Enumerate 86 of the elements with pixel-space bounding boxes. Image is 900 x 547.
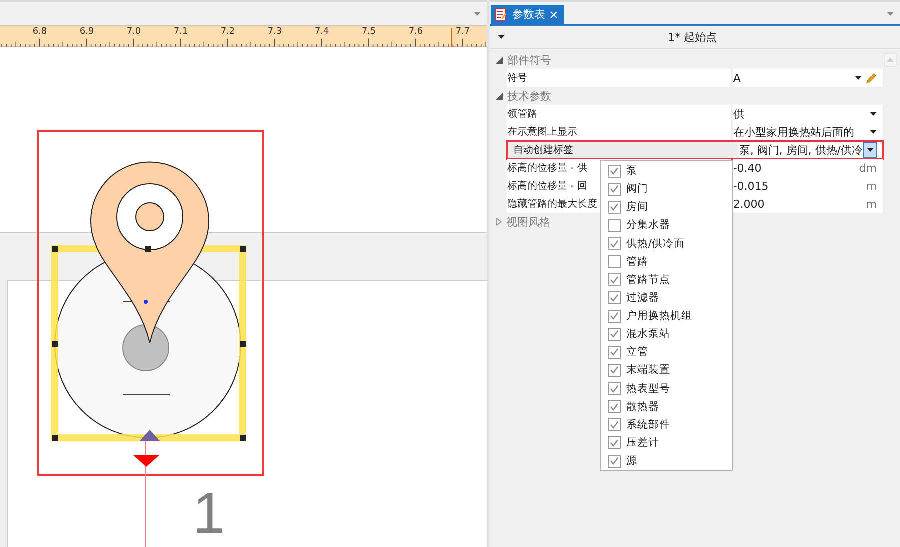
group-title: 部件符号 (507, 52, 552, 68)
checkbox[interactable] (608, 237, 622, 250)
option-label: 立管 (626, 345, 648, 360)
checkbox[interactable] (608, 454, 622, 468)
up-arrow-icon (887, 58, 894, 62)
option-label: 管路 (626, 254, 648, 269)
ruler-label: 7.1 (174, 27, 188, 37)
group-title: 视图风格 (506, 214, 550, 230)
checkbox[interactable] (608, 273, 622, 286)
property-label: 标高的位移量 - 供 (507, 162, 588, 175)
checkbox[interactable] (608, 255, 622, 268)
checkbox[interactable] (608, 291, 622, 304)
option-label: 系统部件 (626, 418, 670, 432)
value-text: -0.015 (733, 180, 769, 192)
ruler-label: 7.7 (456, 27, 470, 37)
parameter-tab[interactable]: 参数表 (491, 5, 564, 24)
option-label: 分集水器 (626, 218, 670, 232)
dropdown-arrow-icon[interactable] (474, 12, 482, 16)
ruler-label: 7.4 (314, 27, 330, 37)
property-label: 自动创建标签 (513, 144, 574, 157)
ruler-label: 7.2 (220, 27, 236, 37)
option-label: 房间 (626, 200, 648, 214)
dropdown-button[interactable] (855, 76, 862, 80)
ruler-label: 7.3 (268, 27, 282, 37)
value-text: 2.000 (733, 198, 765, 210)
table-icon (495, 8, 508, 21)
option-label: 阀门 (626, 182, 648, 196)
property-label: 在示意图上显示 (507, 126, 578, 139)
checkbox[interactable] (608, 182, 622, 196)
ruler-label: 7.0 (126, 27, 142, 37)
unit-text: dm (859, 162, 877, 174)
checkbox[interactable] (608, 310, 622, 323)
option-label: 散热器 (626, 400, 660, 414)
dropdown-button[interactable] (870, 130, 877, 134)
value-text: 泵, 阀门, 房间, 供热/供冷 (739, 142, 863, 158)
close-button[interactable] (550, 10, 558, 18)
option-label: 压差计 (626, 436, 660, 450)
symbol-drawing[interactable] (52, 162, 246, 467)
caret-icon (855, 76, 862, 80)
option-label: 源 (626, 454, 638, 468)
option-label: 户用换热机组 (626, 309, 692, 324)
checkbox[interactable] (608, 328, 622, 341)
checkbox[interactable] (608, 436, 622, 450)
object-title: 1* 起始点 (667, 30, 718, 44)
checkbox[interactable] (608, 382, 622, 396)
value-text: -0.40 (733, 162, 762, 174)
ruler-label: 7.5 (362, 27, 376, 37)
ruler-label: 6.8 (32, 27, 48, 37)
ruler-label: 6.9 (80, 27, 94, 37)
sheet-number: 1 (193, 480, 226, 547)
value-text: A (733, 72, 741, 84)
option-label: 混水泵站 (626, 327, 670, 342)
option-label: 泵 (626, 164, 638, 178)
value-text: 在小型家用换热站后面的 (733, 124, 854, 140)
unit-text: m (866, 180, 877, 192)
checkbox[interactable] (608, 346, 622, 359)
property-label: 符号 (507, 72, 528, 85)
caret-icon[interactable] (498, 35, 506, 39)
option-label: 热表型号 (626, 382, 670, 396)
checkbox[interactable] (608, 164, 622, 178)
caret-icon (870, 130, 877, 134)
expanded-triangle-icon[interactable] (496, 92, 504, 100)
ruler-label: 7.6 (408, 27, 424, 37)
checkbox[interactable] (608, 400, 622, 414)
pencil-icon[interactable] (866, 72, 877, 84)
dropdown-button[interactable] (870, 112, 877, 116)
checkbox[interactable] (608, 418, 622, 432)
caret-icon (866, 148, 874, 152)
property-label: 标高的位移量 - 回 (507, 180, 588, 193)
dropdown-button[interactable] (863, 142, 877, 158)
unit-text: m (866, 198, 877, 210)
expanded-triangle-icon[interactable] (496, 56, 504, 64)
option-label: 过滤器 (626, 290, 660, 305)
collapsed-triangle-icon[interactable] (496, 218, 502, 226)
checkbox[interactable] (608, 364, 622, 377)
group-title: 技术参数 (507, 88, 552, 104)
option-label: 管路节点 (626, 272, 670, 287)
caret-icon (870, 112, 877, 116)
checkbox[interactable] (608, 218, 622, 232)
property-label: 隐藏管路的最大长度 (507, 198, 598, 211)
property-label: 领管路 (507, 108, 538, 121)
value-text: 供 (733, 106, 744, 122)
dropdown-arrow-icon[interactable] (887, 12, 894, 16)
option-label: 供热/供冷面 (626, 236, 685, 251)
option-label: 末端装置 (626, 363, 670, 378)
checkbox[interactable] (608, 200, 622, 214)
